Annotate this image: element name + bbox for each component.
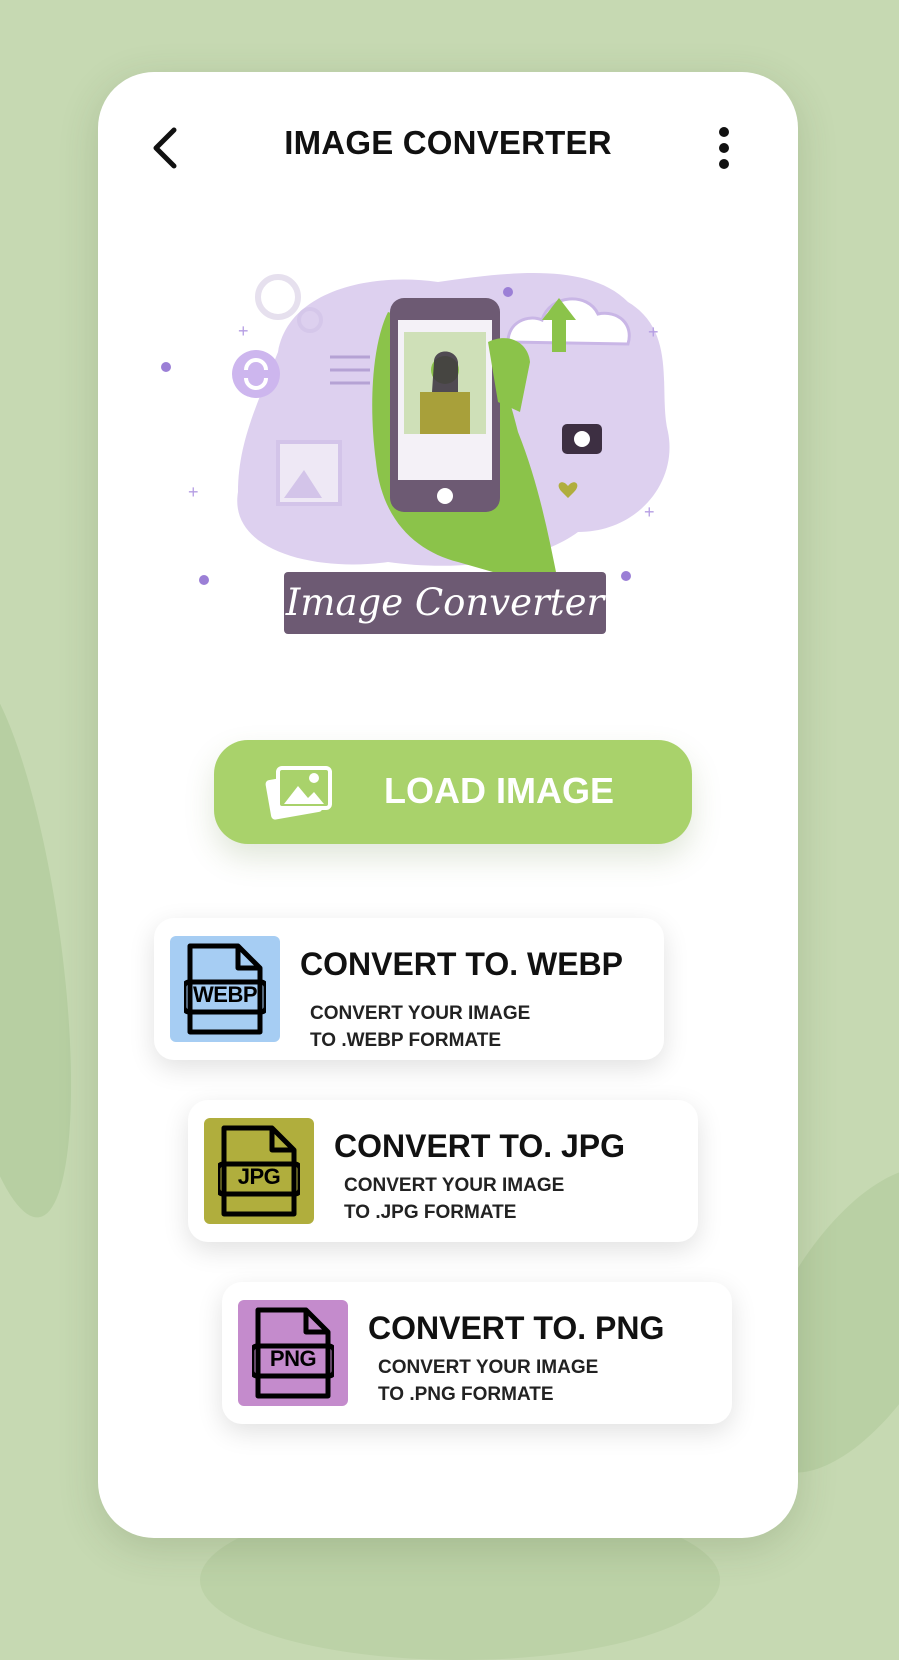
svg-text:+: + (644, 502, 655, 522)
svg-text:+: + (188, 482, 199, 502)
svg-text:+: + (648, 322, 659, 342)
load-image-label: LOAD IMAGE (384, 770, 614, 811)
png-desc-line2: TO .PNG FORMATE (378, 1384, 554, 1405)
png-badge-label: PNG (269, 1346, 317, 1371)
jpg-desc-line1: CONVERT YOUR IMAGE (344, 1175, 565, 1196)
svg-text:+: + (238, 321, 249, 341)
more-vertical-icon (719, 127, 729, 169)
images-icon (265, 766, 332, 820)
webp-card-title: CONVERT TO. WEBP (300, 946, 623, 982)
jpg-card-title: CONVERT TO. JPG (334, 1128, 626, 1164)
webp-file-badge: WEBP (170, 936, 280, 1042)
jpg-card-description: CONVERT YOUR IMAGE TO .JPG FORMATE (344, 1172, 674, 1226)
more-options-button[interactable] (712, 126, 736, 176)
convert-png-card[interactable]: PNG CONVERT TO. PNG CONVERT YOUR IMAGE T… (222, 1282, 732, 1424)
load-image-button[interactable]: LOAD IMAGE (214, 740, 692, 844)
webp-desc-line2: TO .WEBP FORMATE (310, 1030, 502, 1051)
png-desc-line1: CONVERT YOUR IMAGE (378, 1357, 599, 1378)
webp-desc-line1: CONVERT YOUR IMAGE (310, 1003, 531, 1024)
png-card-title: CONVERT TO. PNG (368, 1310, 665, 1346)
app-bar: IMAGE CONVERTER (98, 72, 798, 222)
jpg-badge-label: JPG (237, 1164, 281, 1189)
jpg-file-badge: JPG (204, 1118, 314, 1224)
background-leaf (0, 654, 99, 1226)
webp-card-description: CONVERT YOUR IMAGE TO .WEBP FORMATE (310, 1000, 640, 1054)
page-title: IMAGE CONVERTER (284, 124, 612, 161)
png-file-badge: PNG (238, 1300, 348, 1406)
jpg-desc-line2: TO .JPG FORMATE (344, 1202, 517, 1223)
phone-screen: IMAGE CONVERTER + + + + Image Converter … (98, 72, 798, 1538)
convert-webp-card[interactable]: WEBP CONVERT TO. WEBP CONVERT YOUR IMAGE… (154, 918, 664, 1060)
hero-illustration: + + + + (161, 273, 670, 585)
png-card-description: CONVERT YOUR IMAGE TO .PNG FORMATE (378, 1354, 708, 1408)
convert-jpg-card[interactable]: JPG CONVERT TO. JPG CONVERT YOUR IMAGE T… (188, 1100, 698, 1242)
webp-badge-label: WEBP (193, 982, 258, 1007)
brand-banner: Image Converter (284, 572, 606, 634)
